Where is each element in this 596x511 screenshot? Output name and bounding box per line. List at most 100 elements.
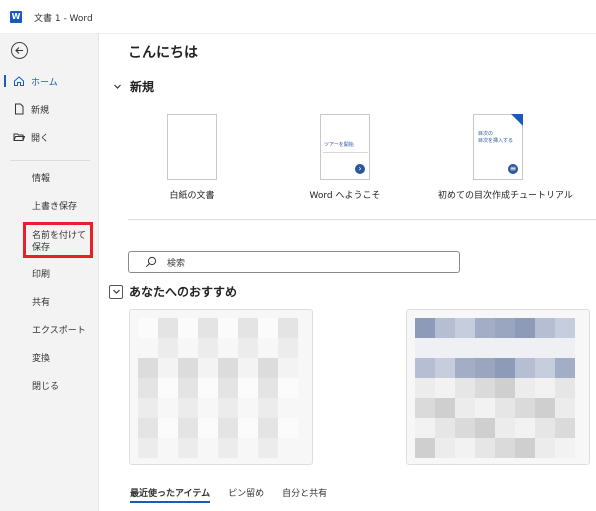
preview-pixel (218, 398, 238, 418)
nav-info-label: 情報 (32, 173, 51, 184)
preview-pixel (475, 398, 495, 418)
preview-pixel (178, 338, 198, 358)
preview-pixel (415, 438, 435, 458)
template-toc-tutorial[interactable]: 目次の 目次を挿入する ≡ 初めての目次作成チュートリアル (438, 114, 573, 201)
preview-pixel (495, 398, 515, 418)
preview-pixel (178, 398, 198, 418)
preview-pixel (178, 438, 198, 458)
nav-open[interactable]: 開く (0, 127, 99, 147)
new-section-header[interactable]: 新規 (110, 78, 154, 95)
nav-open-label: 開く (31, 133, 50, 144)
back-arrow-icon (15, 47, 23, 54)
preview-pixel (455, 438, 475, 458)
preview-pixel (535, 338, 555, 358)
preview-pixel (555, 418, 575, 438)
search-icon (145, 256, 157, 268)
preview-pixel (515, 338, 535, 358)
nav-share[interactable]: 共有 (0, 291, 99, 311)
preview-pixel (238, 398, 258, 418)
preview-pixel (415, 338, 435, 358)
tab-pinned[interactable]: ピン留め (228, 486, 264, 503)
preview-pixel (435, 318, 455, 338)
preview-pixel (138, 438, 158, 458)
preview-pixel (435, 438, 455, 458)
preview-pixel (535, 358, 555, 378)
blurred-preview-2 (415, 318, 575, 458)
backstage-sidebar: ホーム 新規 開く 情報 上書き保存 名前を付けて保存 印刷 共有 エクスポート… (0, 34, 99, 511)
preview-pixel (158, 438, 178, 458)
tab-shared-with-me[interactable]: 自分と共有 (282, 486, 327, 503)
nav-close[interactable]: 閉じる (0, 375, 99, 395)
preview-pixel (515, 398, 535, 418)
preview-pixel (218, 358, 238, 378)
preview-pixel (495, 318, 515, 338)
preview-pixel (158, 418, 178, 438)
preview-pixel (515, 438, 535, 458)
preview-pixel (455, 398, 475, 418)
template-corner-tag (511, 114, 523, 126)
preview-pixel (555, 378, 575, 398)
preview-pixel (515, 318, 535, 338)
recommended-section-header[interactable]: あなたへのおすすめ (109, 283, 237, 300)
preview-pixel (158, 398, 178, 418)
template-blank[interactable]: 白紙の文書 (132, 114, 252, 201)
preview-pixel (278, 318, 298, 338)
template-thumbnail: ツアーを開始 › (320, 114, 370, 180)
preview-pixel (138, 418, 158, 438)
template-thumbnail (167, 114, 217, 180)
preview-pixel (138, 318, 158, 338)
preview-pixel (138, 358, 158, 378)
preview-pixel (238, 338, 258, 358)
preview-pixel (218, 318, 238, 338)
preview-pixel (178, 418, 198, 438)
preview-pixel (238, 378, 258, 398)
arrow-right-icon: › (355, 164, 365, 174)
nav-save[interactable]: 上書き保存 (0, 195, 99, 215)
preview-pixel (258, 338, 278, 358)
preview-pixel (178, 318, 198, 338)
nav-close-label: 閉じる (32, 381, 60, 392)
preview-pixel (455, 378, 475, 398)
recommended-section-title: あなたへのおすすめ (129, 285, 238, 299)
preview-pixel (278, 338, 298, 358)
blurred-preview-1 (138, 318, 298, 458)
preview-pixel (278, 378, 298, 398)
nav-home[interactable]: ホーム (0, 71, 99, 91)
preview-pixel (258, 418, 278, 438)
tab-recent[interactable]: 最近使ったアイテム (130, 486, 211, 503)
preview-pixel (475, 338, 495, 358)
greeting-heading: こんにちは (128, 45, 198, 61)
sidebar-divider (10, 160, 90, 161)
preview-pixel (178, 358, 198, 378)
preview-pixel (515, 358, 535, 378)
nav-transform[interactable]: 変換 (0, 347, 99, 367)
recommended-doc-card[interactable] (406, 309, 590, 465)
preview-pixel (415, 378, 435, 398)
search-box[interactable]: 検索 (128, 251, 460, 273)
preview-pixel (258, 378, 278, 398)
preview-pixel (218, 418, 238, 438)
nav-new[interactable]: 新規 (0, 99, 99, 119)
preview-pixel (435, 358, 455, 378)
back-button[interactable] (11, 42, 28, 59)
home-icon (13, 75, 25, 87)
title-bar: W 文書 1 - Word (0, 0, 596, 34)
nav-info[interactable]: 情報 (0, 167, 99, 187)
nav-export[interactable]: エクスポート (0, 319, 99, 339)
recommended-doc-card[interactable] (129, 309, 313, 465)
preview-pixel (535, 318, 555, 338)
preview-pixel (435, 378, 455, 398)
preview-pixel (555, 338, 575, 358)
template-welcome[interactable]: ツアーを開始 › Word へようこそ (285, 114, 405, 201)
preview-pixel (278, 358, 298, 378)
preview-pixel (158, 338, 178, 358)
preview-pixel (495, 338, 515, 358)
preview-pixel (475, 378, 495, 398)
nav-print[interactable]: 印刷 (0, 263, 99, 283)
preview-pixel (515, 418, 535, 438)
preview-pixel (455, 318, 475, 338)
preview-pixel (435, 418, 455, 438)
preview-pixel (475, 438, 495, 458)
preview-pixel (218, 378, 238, 398)
preview-pixel (535, 418, 555, 438)
